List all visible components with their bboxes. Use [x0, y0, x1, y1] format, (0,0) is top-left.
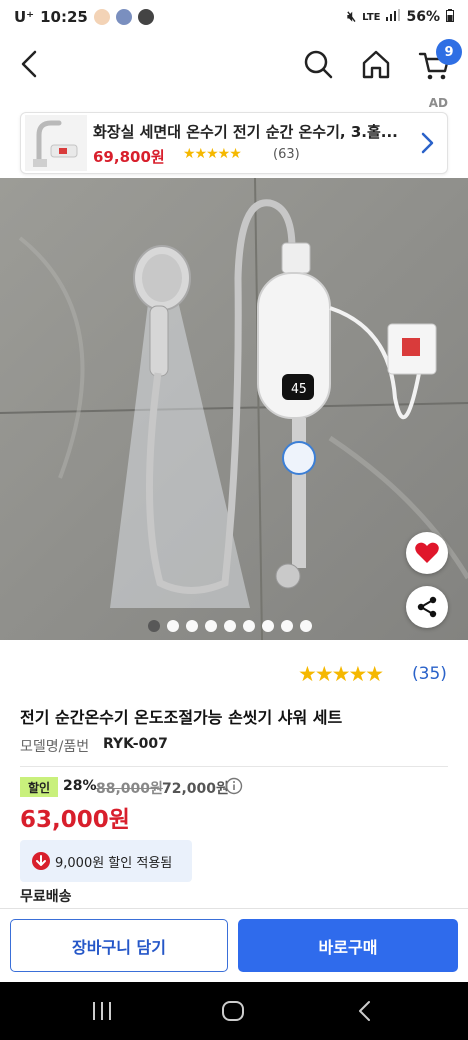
buy-now-button[interactable]: 바로구매 — [238, 919, 458, 972]
discount-rate: 28% — [63, 778, 97, 794]
intermediate-price: 72,000원 — [162, 781, 229, 797]
network-label: LTE — [362, 11, 381, 23]
coupon-text: 9,000원 할인 적용됨 — [55, 856, 173, 871]
back-button[interactable] — [14, 44, 50, 84]
share-button[interactable] — [406, 586, 448, 628]
pagination-dot[interactable] — [148, 620, 160, 632]
product-review-count[interactable]: (35) — [412, 664, 447, 684]
search-button[interactable] — [298, 44, 338, 84]
share-icon — [417, 596, 437, 618]
action-bar: 장바구니 담기 바로구매 — [0, 908, 468, 982]
ad-title: 화장실 세면대 온수기 전기 순간 온수기, 3.홀... — [93, 123, 398, 141]
pagination-dot[interactable] — [281, 620, 293, 632]
status-bar: U⁺ 10:25 🔇︎ LTE 56% — [0, 0, 468, 34]
home-icon — [362, 50, 390, 79]
model-label: 모델명/품번 — [20, 739, 90, 755]
ad-thumbnail — [25, 115, 87, 171]
recents-icon — [93, 1002, 111, 1020]
battery-text: 56% — [406, 9, 440, 25]
shipping-info: 무료배송 — [20, 889, 72, 905]
home-pill-icon — [222, 1001, 244, 1021]
wishlist-button[interactable] — [406, 532, 448, 574]
ad-rating-stars: ★★★★★ — [183, 146, 242, 162]
product-title: 전기 순간온수기 온도조절가능 손씻기 샤워 세트 — [20, 708, 343, 727]
status-time: 10:25 — [40, 8, 88, 26]
chat-icon — [137, 9, 154, 25]
pagination-dot[interactable] — [167, 620, 179, 632]
divider — [20, 766, 448, 767]
model-value: RYK-007 — [103, 736, 168, 752]
recents-button[interactable] — [90, 1000, 114, 1022]
system-home-button[interactable] — [221, 999, 245, 1023]
back-arrow-icon — [359, 1001, 370, 1021]
ad-banner[interactable]: 화장실 세면대 온수기 전기 순간 온수기, 3.홀... 69,800원 ★★… — [20, 112, 448, 174]
heart-icon — [415, 542, 439, 563]
pagination-dot[interactable] — [262, 620, 274, 632]
signal-icon — [386, 9, 401, 25]
ad-label: AD — [428, 96, 448, 110]
baby-emoji-icon — [93, 9, 110, 25]
battery-icon — [446, 8, 454, 26]
pagination-dot[interactable] — [243, 620, 255, 632]
ad-review-count: (63) — [273, 147, 300, 162]
svg-text:45: 45 — [291, 382, 307, 397]
home-button[interactable] — [356, 44, 396, 84]
info-icon[interactable] — [225, 777, 243, 795]
product-rating-stars: ★★★★★ — [298, 662, 384, 686]
product-image[interactable]: 45 — [0, 178, 468, 640]
pagination-dot[interactable] — [224, 620, 236, 632]
original-price: 88,000원 — [96, 781, 163, 797]
search-icon — [304, 50, 333, 79]
chevron-right-icon — [417, 129, 437, 157]
system-back-button[interactable] — [356, 999, 374, 1023]
carrier-label: U⁺ — [14, 8, 35, 26]
pagination-dot[interactable] — [186, 620, 198, 632]
final-price: 63,000원 — [20, 807, 130, 833]
notification-icon — [115, 9, 132, 25]
chevron-left-icon — [21, 50, 37, 78]
pagination-dot[interactable] — [205, 620, 217, 632]
discount-arrow-icon — [32, 852, 50, 870]
system-nav-bar — [0, 982, 468, 1040]
ad-price: 69,800원 — [93, 148, 165, 166]
pagination-dot[interactable] — [300, 620, 312, 632]
top-nav: 9 — [0, 34, 468, 94]
sale-badge: 할인 — [20, 777, 58, 797]
image-pagination — [148, 620, 324, 634]
coupon-banner: 9,000원 할인 적용됨 — [20, 840, 192, 882]
mute-icon: 🔇︎ — [347, 9, 357, 25]
cart-count-badge: 9 — [436, 39, 462, 65]
add-to-cart-button[interactable]: 장바구니 담기 — [10, 919, 228, 972]
